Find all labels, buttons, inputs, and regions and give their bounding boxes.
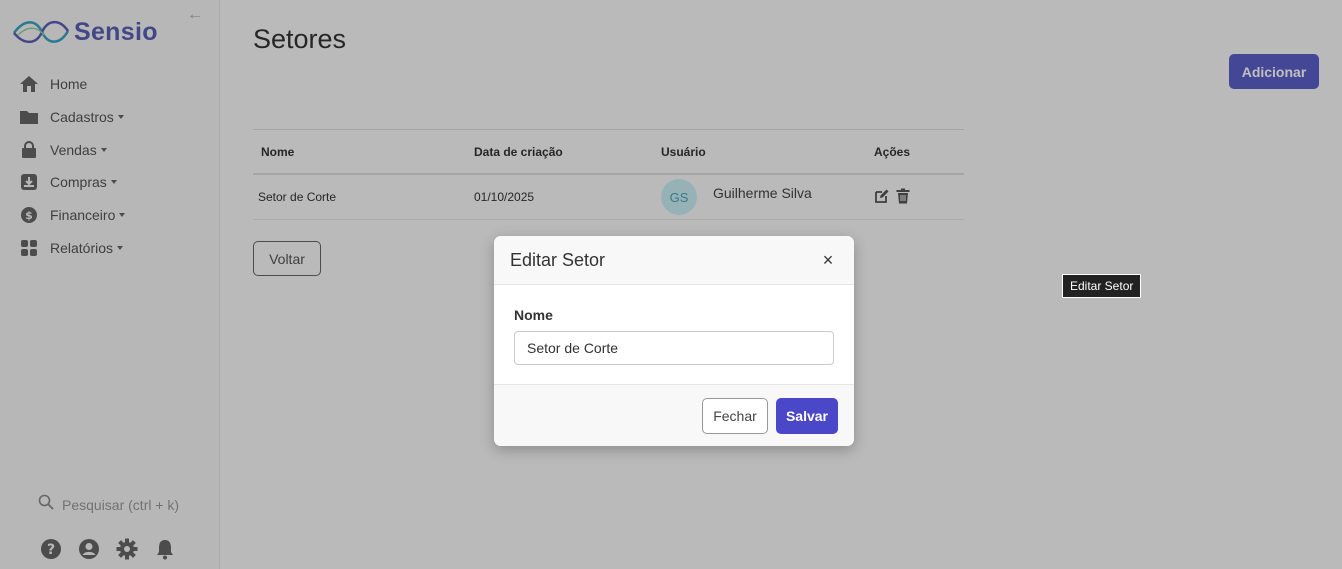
modal-title: Editar Setor <box>510 249 606 270</box>
close-button[interactable]: Fechar <box>702 397 768 434</box>
edit-sector-modal: Editar Setor × Nome Fechar Salvar <box>494 236 854 446</box>
modal-footer: Fechar Salvar <box>494 385 854 446</box>
modal-header: Editar Setor × <box>494 236 854 285</box>
nome-input[interactable] <box>514 331 834 365</box>
close-icon[interactable]: × <box>818 250 838 271</box>
modal-body: Nome <box>494 285 854 385</box>
tooltip: Editar Setor <box>1062 274 1142 298</box>
nome-label: Nome <box>514 307 553 323</box>
save-button[interactable]: Salvar <box>776 397 838 434</box>
